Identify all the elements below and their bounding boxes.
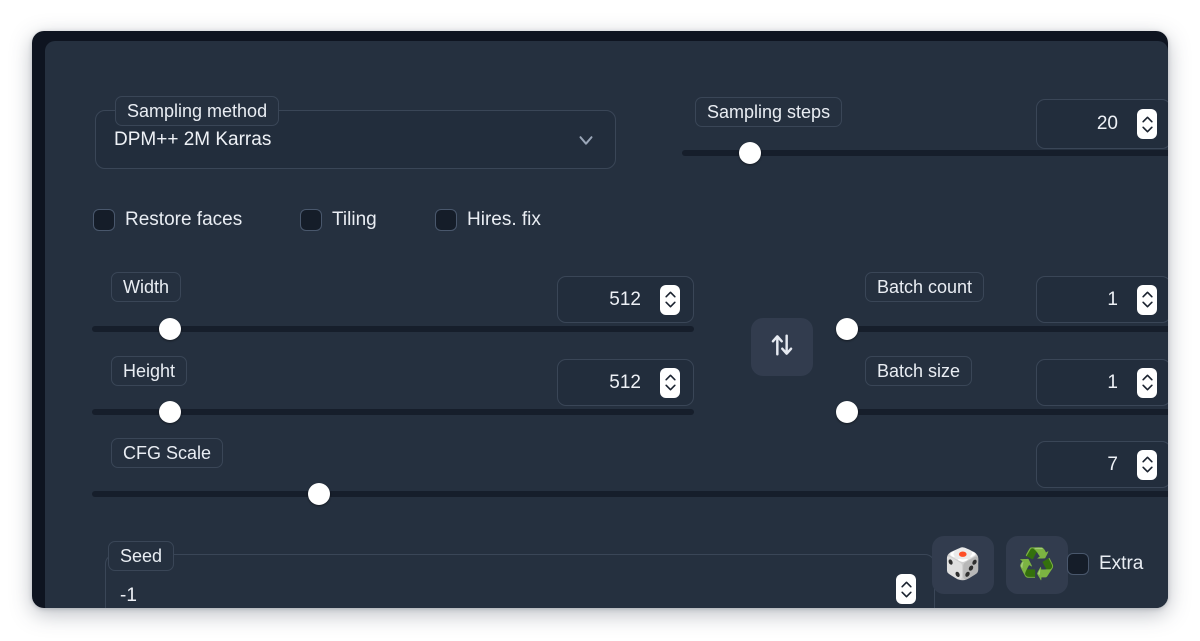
reuse-seed-glyph: ♻️ [1018, 548, 1056, 581]
sampling-steps-label: Sampling steps [695, 97, 843, 127]
slider-track [92, 491, 1168, 497]
sampling-steps-value: 20 [1096, 113, 1118, 134]
spinner-updown-icon[interactable] [1137, 449, 1157, 480]
cfg-scale-label: CFG Scale [111, 438, 224, 468]
batch-size-value: 1 [1107, 371, 1118, 393]
height-number-field[interactable]: 512 [557, 359, 694, 406]
restore-faces-toggle[interactable]: Restore faces [93, 209, 242, 231]
spinner-updown-icon[interactable] [1137, 367, 1157, 398]
batch-count-number-field[interactable]: 1 [1036, 276, 1168, 323]
spinner-updown-icon[interactable] [660, 367, 680, 398]
spinner-updown-icon[interactable] [896, 574, 916, 604]
batch-count-slider[interactable] [835, 318, 1168, 340]
spinner-updown-icon[interactable] [1137, 284, 1157, 315]
slider-track [92, 326, 694, 332]
cfg-scale-value: 7 [1107, 453, 1118, 475]
width-label: Width [111, 272, 182, 302]
batch-count-value: 1 [1107, 288, 1118, 310]
random-seed-glyph: 🎲 [944, 548, 982, 581]
extra-label: Extra [1099, 553, 1144, 574]
hires-fix-toggle[interactable]: Hires. fix [435, 209, 541, 231]
height-slider[interactable] [92, 401, 694, 423]
tiling-checkbox[interactable] [300, 209, 322, 231]
batch-size-slider[interactable] [835, 401, 1168, 423]
batch-count-label: Batch count [865, 272, 985, 302]
cfg-scale-slider[interactable] [92, 483, 1168, 505]
swap-dimensions-button[interactable] [751, 318, 813, 376]
dice-icon[interactable]: 🎲 [932, 536, 994, 594]
sampling-method-label: Sampling method [115, 96, 280, 126]
width-number-field[interactable]: 512 [557, 276, 694, 323]
width-value: 512 [609, 288, 641, 310]
sampling-method-value: DPM++ 2M Karras [114, 128, 272, 150]
slider-thumb[interactable] [835, 401, 858, 423]
tiling-label: Tiling [332, 209, 377, 230]
extra-toggle[interactable]: Extra [1067, 553, 1143, 575]
restore-faces-checkbox[interactable] [93, 209, 115, 231]
seed-label: Seed [108, 541, 175, 571]
chevron-down-icon[interactable] [575, 129, 597, 151]
slider-track [840, 409, 1168, 415]
slider-thumb[interactable] [159, 401, 182, 423]
generation-parameters-panel: Sampling method DPM++ 2M Karras Sampling… [45, 41, 1168, 608]
slider-thumb[interactable] [739, 142, 762, 164]
seed-input[interactable]: -1 [105, 554, 935, 608]
hires-fix-label: Hires. fix [467, 209, 541, 230]
extra-checkbox[interactable] [1067, 553, 1089, 575]
hires-fix-checkbox[interactable] [435, 209, 457, 231]
spinner-updown-icon[interactable] [1137, 109, 1157, 139]
tiling-toggle[interactable]: Tiling [300, 209, 377, 231]
cfg-scale-number-field[interactable]: 7 [1036, 441, 1168, 488]
slider-track [840, 326, 1168, 332]
swap-vertical-icon [768, 331, 796, 364]
height-value: 512 [609, 371, 641, 393]
slider-track [92, 409, 694, 415]
seed-value: -1 [120, 585, 137, 606]
batch-size-label: Batch size [865, 356, 973, 386]
recycle-icon[interactable]: ♻️ [1006, 536, 1068, 594]
slider-thumb[interactable] [307, 483, 330, 505]
height-label: Height [111, 356, 188, 386]
width-slider[interactable] [92, 318, 694, 340]
spinner-updown-icon[interactable] [660, 284, 680, 315]
slider-thumb[interactable] [159, 318, 182, 340]
slider-thumb[interactable] [835, 318, 858, 340]
webui-window: Sampling method DPM++ 2M Karras Sampling… [32, 31, 1168, 608]
batch-size-number-field[interactable]: 1 [1036, 359, 1168, 406]
sampling-steps-slider[interactable] [682, 142, 1168, 164]
restore-faces-label: Restore faces [125, 209, 243, 230]
